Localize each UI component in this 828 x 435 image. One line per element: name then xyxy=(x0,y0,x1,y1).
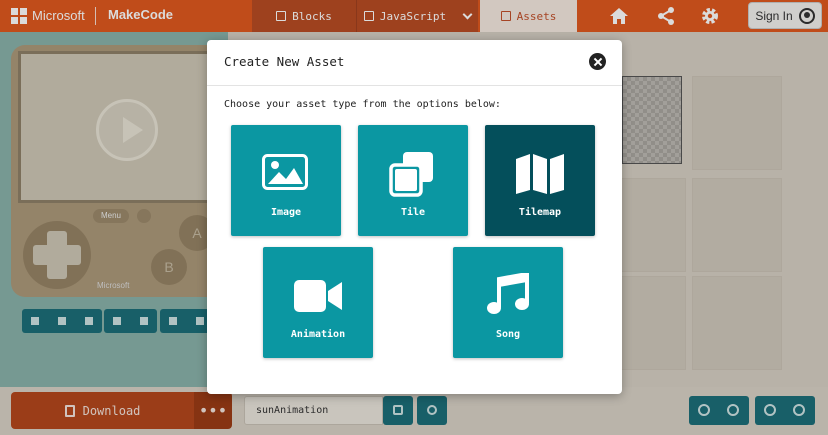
dialog-instruction: Choose your asset type from the options … xyxy=(224,99,501,110)
tile-icon xyxy=(389,152,433,197)
dialog-title: Create New Asset xyxy=(224,54,345,69)
asset-option-image-label: Image xyxy=(270,207,302,218)
asset-option-animation-label: Animation xyxy=(290,329,346,340)
asset-option-animation[interactable]: Animation xyxy=(263,247,373,358)
asset-option-tile[interactable]: Tile xyxy=(358,125,468,236)
asset-option-tilemap-label: Tilemap xyxy=(518,207,562,218)
asset-option-tilemap[interactable]: Tilemap xyxy=(485,125,595,236)
asset-option-song[interactable]: Song xyxy=(453,247,563,358)
asset-option-image[interactable]: Image xyxy=(231,125,341,236)
close-icon[interactable] xyxy=(589,53,606,70)
map-icon xyxy=(516,154,564,194)
asset-option-tile-label: Tile xyxy=(400,207,426,218)
dialog-header: Create New Asset xyxy=(207,40,622,86)
create-asset-dialog: Create New Asset Choose your asset type … xyxy=(207,40,622,394)
asset-option-song-label: Song xyxy=(495,329,521,340)
music-note-icon xyxy=(487,273,529,314)
video-camera-icon xyxy=(294,280,342,312)
image-icon xyxy=(262,154,308,190)
